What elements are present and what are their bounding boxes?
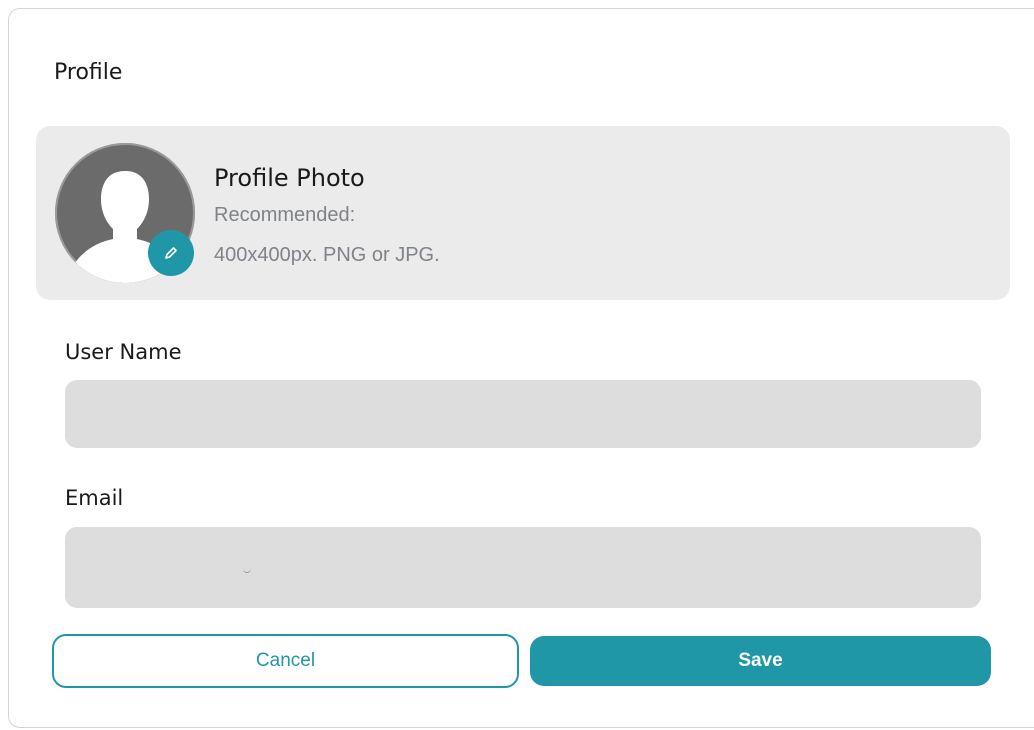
edit-photo-button[interactable] — [148, 230, 194, 276]
profile-photo-hint-line1: Recommended: — [214, 204, 356, 226]
user-name-label: User Name — [65, 340, 182, 364]
cancel-button[interactable]: Cancel — [52, 634, 519, 688]
profile-photo-heading: Profile Photo — [214, 164, 365, 192]
save-button[interactable]: Save — [530, 636, 991, 686]
user-name-input[interactable] — [65, 380, 981, 448]
email-label: Email — [65, 486, 124, 510]
page-title: Profile — [54, 60, 123, 85]
profile-card — [8, 8, 1034, 728]
profile-photo-hint-line2: 400x400px. PNG or JPG. — [214, 244, 440, 266]
email-input[interactable] — [65, 527, 981, 608]
pencil-icon — [165, 247, 177, 259]
